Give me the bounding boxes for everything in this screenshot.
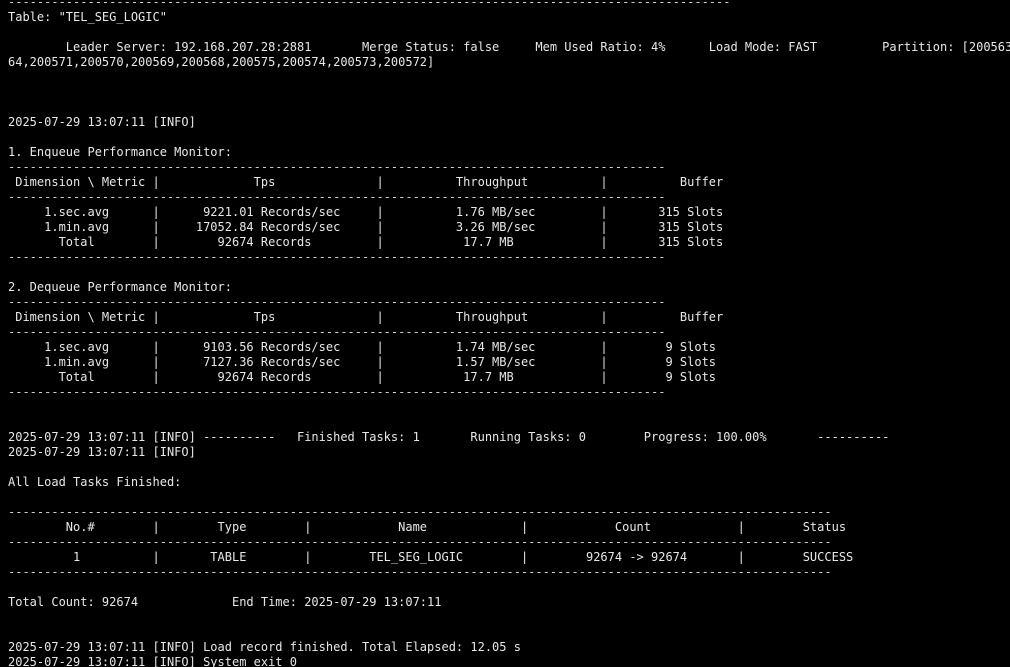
terminal-line: Total | 92674 Records | 17.7 MB | 9 Slot… — [8, 370, 717, 384]
separator-line: ----------------------------------------… — [8, 325, 666, 339]
terminal-line: All Load Tasks Finished: — [8, 475, 182, 489]
terminal-line: Leader Server: 192.168.207.28:2881 Merge… — [8, 40, 1010, 54]
terminal-line: 2025-07-29 13:07:11 [INFO] Load record f… — [8, 640, 521, 654]
separator-line: ----------------------------------------… — [8, 295, 666, 309]
terminal-line: Dimension \ Metric | Tps | Throughput | … — [8, 175, 724, 189]
separator-line: ----------------------------------------… — [8, 385, 666, 399]
terminal-line: 2025-07-29 13:07:11 [INFO] System exit 0 — [8, 655, 297, 667]
terminal-line: 1.min.avg | 17052.84 Records/sec | 3.26 … — [8, 220, 724, 234]
terminal-line: 64,200571,200570,200569,200568,200575,20… — [8, 55, 435, 69]
separator-line: ----------------------------------------… — [8, 565, 832, 579]
terminal-line: 2025-07-29 13:07:11 [INFO] — [8, 445, 196, 459]
terminal-line: Total | 92674 Records | 17.7 MB | 315 Sl… — [8, 235, 724, 249]
terminal-line: 2. Dequeue Performance Monitor: — [8, 280, 232, 294]
separator-line: ----------------------------------------… — [8, 0, 731, 9]
terminal-line: 2025-07-29 13:07:11 [INFO] ---------- Fi… — [8, 430, 890, 444]
terminal-line: Table: "TEL_SEG_LOGIC" — [8, 10, 167, 24]
terminal-line: Total Count: 92674 End Time: 2025-07-29 … — [8, 595, 442, 609]
separator-line: ----------------------------------------… — [8, 535, 832, 549]
separator-line: ----------------------------------------… — [8, 250, 666, 264]
terminal-line: 2025-07-29 13:07:11 [INFO] — [8, 115, 196, 129]
terminal-line: 1.sec.avg | 9221.01 Records/sec | 1.76 M… — [8, 205, 724, 219]
terminal-line: 1.sec.avg | 9103.56 Records/sec | 1.74 M… — [8, 340, 717, 354]
terminal-line: Dimension \ Metric | Tps | Throughput | … — [8, 310, 724, 324]
separator-line: ----------------------------------------… — [8, 160, 666, 174]
terminal-line: 1. Enqueue Performance Monitor: — [8, 145, 232, 159]
separator-line: ----------------------------------------… — [8, 190, 666, 204]
terminal-line: 1.min.avg | 7127.36 Records/sec | 1.57 M… — [8, 355, 717, 369]
terminal-line: No.# | Type | Name | Count | Status — [8, 520, 847, 534]
terminal-line: 1 | TABLE | TEL_SEG_LOGIC | 92674 -> 926… — [8, 550, 854, 564]
separator-line: ----------------------------------------… — [8, 505, 832, 519]
terminal-output[interactable]: ----------------------------------------… — [0, 0, 1010, 667]
